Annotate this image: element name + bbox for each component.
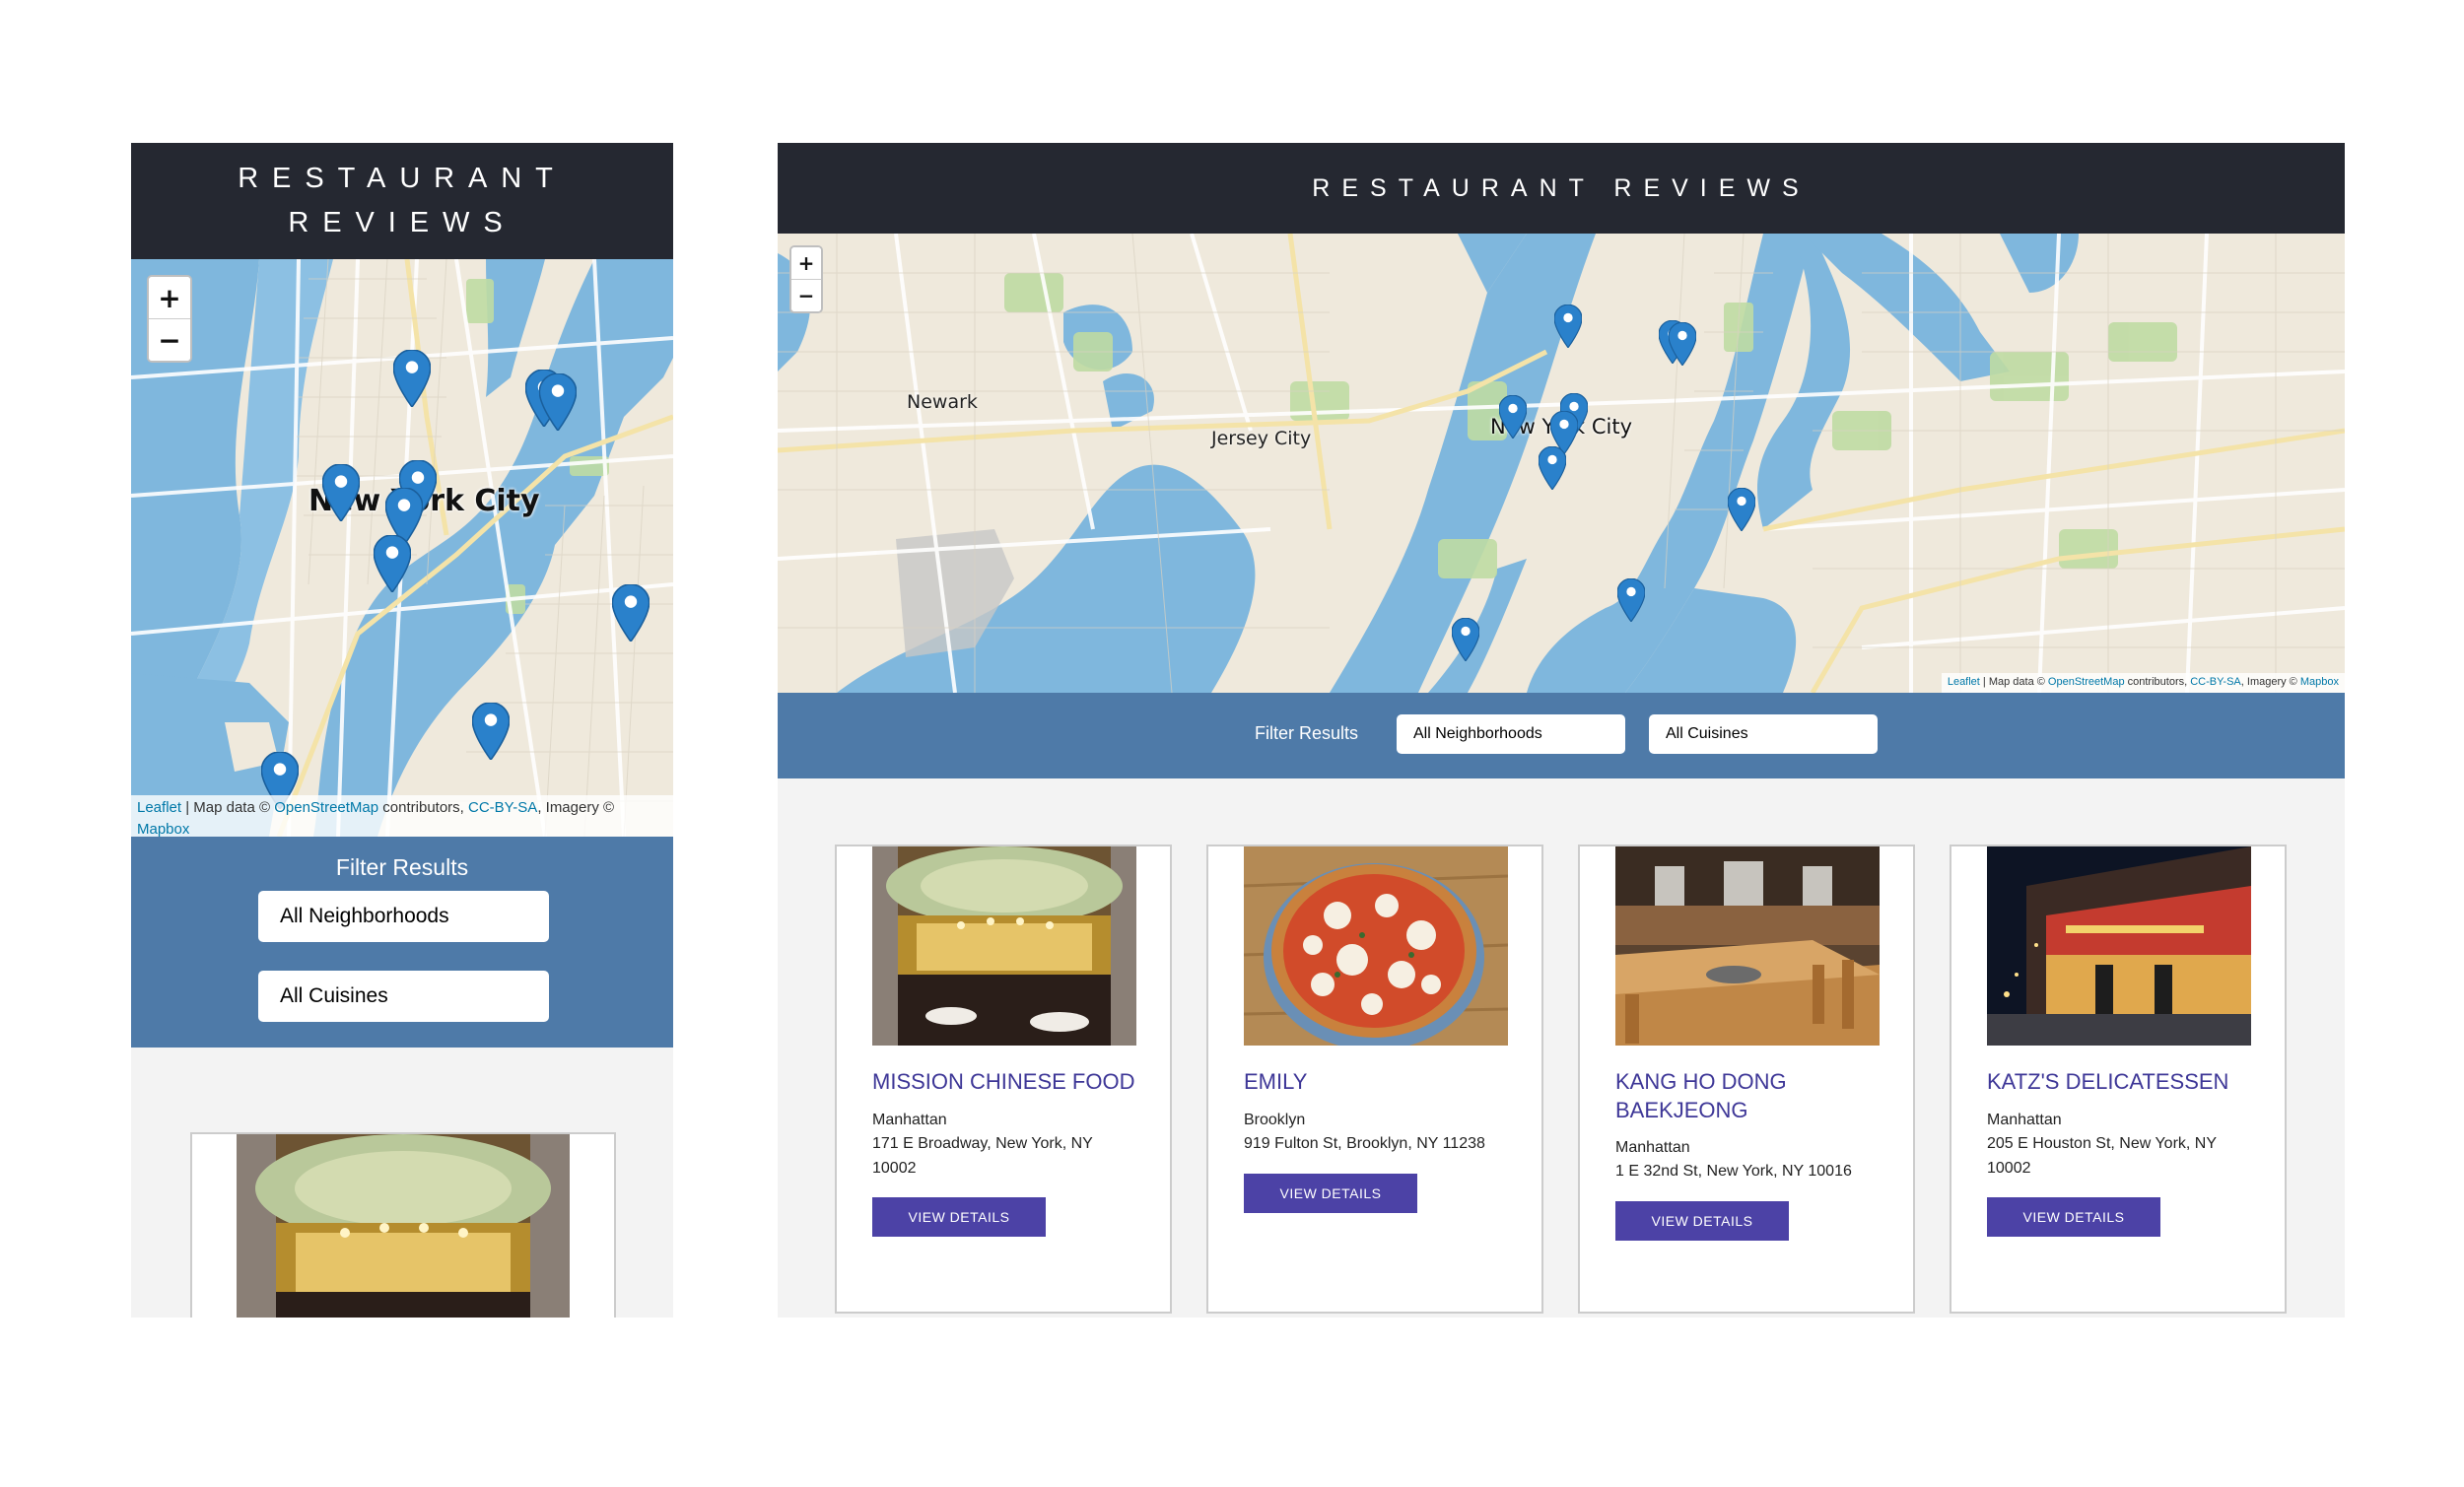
map-marker-icon[interactable] [374,535,411,592]
restaurant-neighborhood: Manhattan [872,1112,947,1128]
mobile-frame: RESTAURANT REVIEWS City + − Leaflet | Ma… [131,143,673,1318]
site-header: RESTAURANT REVIEWS [778,143,2345,234]
restaurant-name[interactable]: Katz's Delicatessen [1987,1068,2273,1097]
map-marker-icon[interactable] [393,350,431,407]
view-details-button[interactable]: View Details [872,1197,1046,1237]
zoom-control: + − [789,245,823,313]
map-marker-icon[interactable] [1617,578,1645,622]
restaurant-photo [237,1134,570,1318]
zoom-in-button[interactable]: + [149,277,190,318]
desktop-frame: RESTAURANT REVIEWS Newark Jersey City Ci… [778,143,2345,1318]
restaurant-address: 919 Fulton St, Brooklyn, NY 11238 [1244,1135,1485,1152]
site-header: RESTAURANT REVIEWS [131,143,673,259]
zoom-out-button[interactable]: − [791,279,821,311]
restaurant-address: 205 E Houston St, New York, NY 10002 [1987,1135,2217,1177]
zoom-out-button[interactable]: − [149,318,190,361]
zoom-in-button[interactable]: + [791,247,821,279]
map-attribution: Leaflet | Map data © OpenStreetMap contr… [131,795,673,837]
restaurant-address: 171 E Broadway, New York, NY 10002 [872,1135,1093,1177]
restaurant-neighborhood: Manhattan [1615,1139,1690,1156]
mapbox-link[interactable]: Mapbox [2300,676,2339,688]
map[interactable]: Newark Jersey City New York City + − Lea… [778,234,2345,693]
restaurant-name[interactable]: Emily [1244,1068,1530,1097]
map-marker-icon[interactable] [1554,304,1582,348]
map-marker-icon[interactable] [1669,322,1696,366]
zoom-control: + − [147,275,192,363]
osm-link[interactable]: OpenStreetMap [274,799,378,816]
restaurant-card: Emily Brooklyn 919 Fulton St, Brooklyn, … [1206,845,1543,1314]
map-marker-icon[interactable] [1539,446,1566,490]
restaurant-photo [1615,846,1880,1046]
filter-label: Filter Results [335,854,469,880]
restaurant-card [190,1132,616,1318]
map-marker-icon[interactable] [1728,488,1755,531]
attribution-text: , Imagery © [537,799,615,816]
restaurant-photo [1987,846,2251,1046]
cuisine-select[interactable]: All Cuisines [1649,714,1878,754]
restaurant-name[interactable]: Kang Ho Dong Baekjeong [1615,1068,1872,1124]
restaurant-card: Mission Chinese Food Manhattan 171 E Bro… [835,845,1172,1314]
site-title: RESTAURANT REVIEWS [238,163,567,238]
attribution-text: contributors, [2124,676,2191,689]
neighborhood-select[interactable]: All Neighborhoods [1397,714,1625,754]
leaflet-link[interactable]: Leaflet [137,799,181,816]
map-marker-icon[interactable] [1499,395,1527,439]
attribution-text: | Map data © [1979,676,2048,689]
restaurant-card: Kang Ho Dong Baekjeong Manhattan 1 E 32n… [1578,845,1915,1314]
map-marker-icon[interactable] [472,703,510,760]
view-details-button[interactable]: View Details [1244,1174,1417,1213]
filter-bar: Filter Results All Neighborhoods All Cui… [778,693,2345,778]
license-link[interactable]: CC-BY-SA [2190,676,2241,688]
license-link[interactable]: CC-BY-SA [468,799,537,816]
map[interactable]: New York City + − Leaflet | Map data © O… [131,259,673,837]
leaflet-link[interactable]: Leaflet [1948,676,1980,688]
restaurant-photo [872,846,1136,1046]
neighborhood-select[interactable]: All Neighborhoods [258,891,549,942]
restaurant-photo [1244,846,1508,1046]
map-attribution: Leaflet | Map data © OpenStreetMap contr… [1941,673,2345,693]
site-title: RESTAURANT REVIEWS [1312,173,1811,202]
map-marker-icon[interactable] [612,584,650,642]
attribution-text: contributors, [378,799,468,816]
cuisine-select[interactable]: All Cuisines [258,971,549,1022]
restaurant-name[interactable]: Mission Chinese Food [872,1068,1158,1097]
map-marker-icon[interactable] [322,464,360,521]
view-details-button[interactable]: View Details [1615,1201,1789,1241]
mapbox-link[interactable]: Mapbox [137,821,189,837]
attribution-text: | Map data © [181,799,275,816]
filter-bar: Filter Results All Neighborhoods All Cui… [131,837,673,1048]
osm-link[interactable]: OpenStreetMap [2048,676,2125,688]
restaurant-neighborhood: Manhattan [1987,1112,2062,1128]
map-label-newark: Newark [907,391,978,413]
map-marker-icon[interactable] [539,373,577,431]
restaurant-card: Katz's Delicatessen Manhattan 205 E Hous… [1950,845,2287,1314]
view-details-button[interactable]: View Details [1987,1197,2160,1237]
restaurant-address: 1 E 32nd St, New York, NY 10016 [1615,1163,1852,1180]
map-marker-icon[interactable] [1452,618,1479,661]
map-label-jersey-city: Jersey City [1211,428,1312,449]
attribution-text: , Imagery © [2240,676,2300,689]
restaurant-neighborhood: Brooklyn [1244,1112,1306,1128]
filter-label: Filter Results [1255,723,1359,743]
